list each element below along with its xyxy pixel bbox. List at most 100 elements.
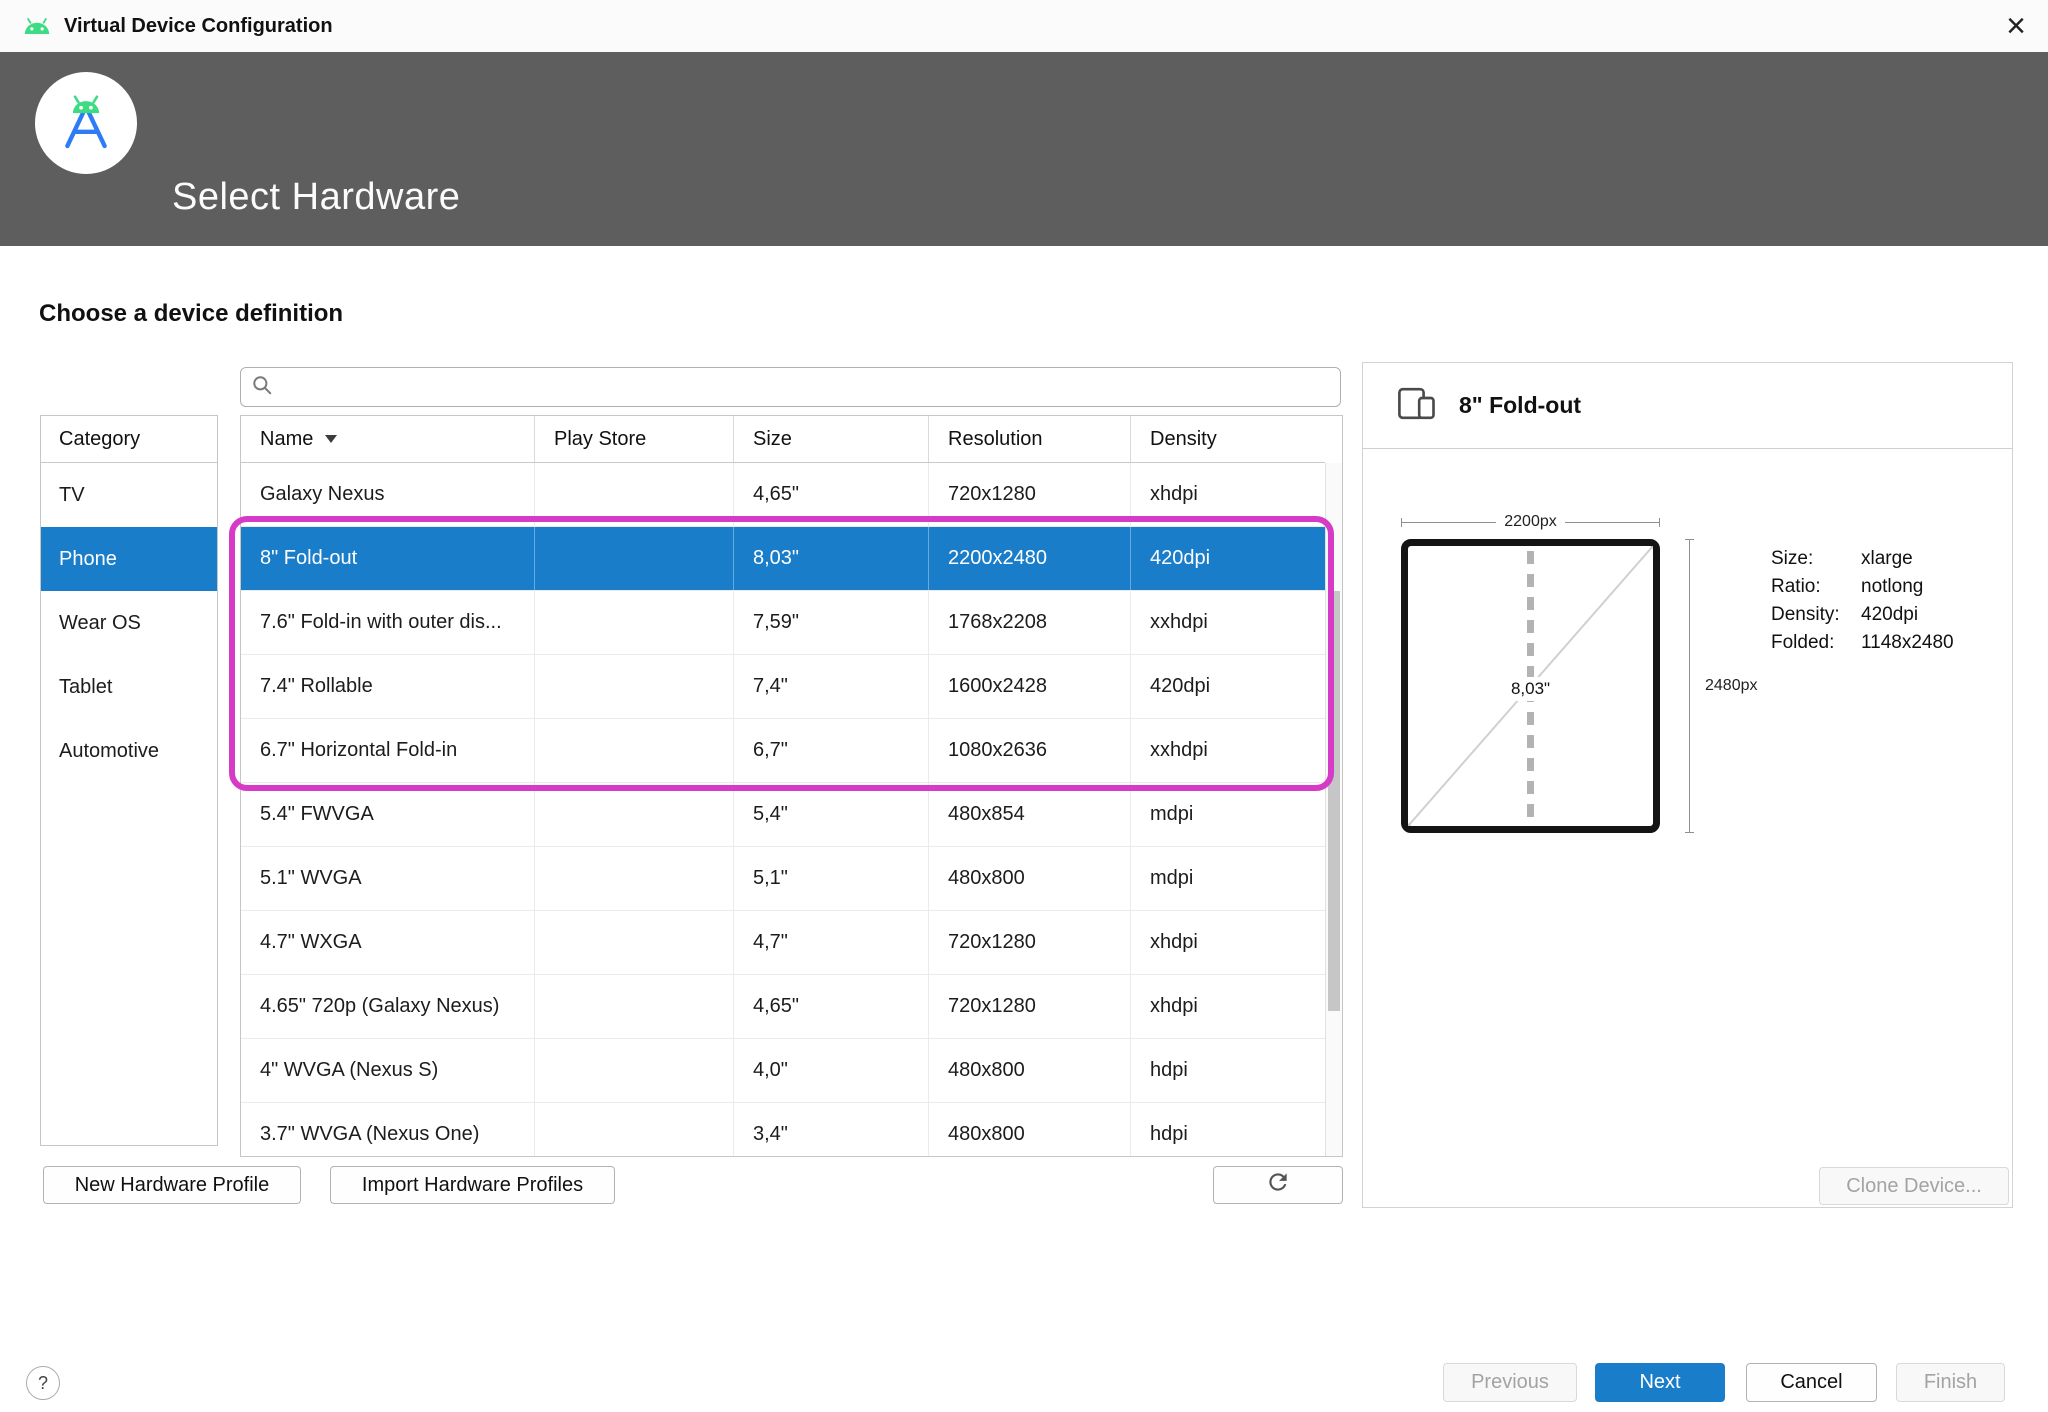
sort-descending-icon [325, 435, 337, 443]
spec-value: 1148x2480 [1861, 629, 1954, 657]
cell-size: 5,4" [734, 783, 929, 846]
table-header: Name Play Store Size Resolution Density [241, 416, 1325, 463]
wizard-title: Select Hardware [172, 176, 460, 219]
category-item[interactable]: Wear OS [41, 591, 217, 655]
cell-playstore [535, 1103, 734, 1157]
cell-size: 4,65" [734, 975, 929, 1038]
column-header-playstore[interactable]: Play Store [535, 416, 734, 462]
finish-button[interactable]: Finish [1896, 1363, 2005, 1402]
cell-playstore [535, 527, 734, 590]
clone-device-button[interactable]: Clone Device... [1819, 1167, 2009, 1205]
spec-value: 420dpi [1861, 601, 1918, 629]
spec-label: Folded: [1771, 629, 1861, 657]
titlebar[interactable]: Virtual Device Configuration × [0, 0, 2048, 52]
new-hardware-profile-button[interactable]: New Hardware Profile [43, 1166, 301, 1204]
cell-playstore [535, 463, 734, 526]
spec-row: Folded: 1148x2480 [1771, 629, 1954, 657]
cell-name: Galaxy Nexus [241, 463, 535, 526]
column-header-name[interactable]: Name [241, 416, 535, 462]
cell-density: mdpi [1131, 847, 1325, 910]
cell-density: xxhdpi [1131, 719, 1325, 782]
column-header-resolution[interactable]: Resolution [929, 416, 1131, 462]
category-item[interactable]: Automotive [41, 719, 217, 783]
previous-button[interactable]: Previous [1443, 1363, 1577, 1402]
table-row[interactable]: 7.6" Fold-in with outer dis... 7,59" 176… [241, 591, 1325, 655]
cell-name: 5.4" FWVGA [241, 783, 535, 846]
cell-playstore [535, 847, 734, 910]
cell-density: 420dpi [1131, 655, 1325, 718]
cell-density: 420dpi [1131, 527, 1325, 590]
table-row[interactable]: 4.65" 720p (Galaxy Nexus) 4,65" 720x1280… [241, 975, 1325, 1039]
table-row[interactable]: 5.4" FWVGA 5,4" 480x854 mdpi [241, 783, 1325, 847]
section-heading: Choose a device definition [39, 300, 343, 328]
table-scrollbar[interactable] [1325, 463, 1342, 1156]
table-row[interactable]: 6.7" Horizontal Fold-in 6,7" 1080x2636 x… [241, 719, 1325, 783]
spec-label: Ratio: [1771, 573, 1861, 601]
cell-name: 7.6" Fold-in with outer dis... [241, 591, 535, 654]
cell-name: 4.65" 720p (Galaxy Nexus) [241, 975, 535, 1038]
cell-size: 4,0" [734, 1039, 929, 1102]
search-box [240, 367, 1341, 407]
help-button[interactable]: ? [26, 1366, 60, 1400]
cell-resolution: 480x800 [929, 847, 1131, 910]
height-dimension-label: 2480px [1701, 677, 1762, 695]
cell-density: xhdpi [1131, 911, 1325, 974]
search-icon [251, 374, 273, 401]
cell-size: 4,7" [734, 911, 929, 974]
table-row[interactable]: 4.7" WXGA 4,7" 720x1280 xhdpi [241, 911, 1325, 975]
table-row[interactable]: 8" Fold-out 8,03" 2200x2480 420dpi [241, 527, 1325, 591]
cell-name: 8" Fold-out [241, 527, 535, 590]
width-dimension-label: 2200px [1504, 513, 1557, 531]
cell-playstore [535, 975, 734, 1038]
cell-resolution: 1600x2428 [929, 655, 1131, 718]
table-row[interactable]: 5.1" WVGA 5,1" 480x800 mdpi [241, 847, 1325, 911]
cell-name: 3.7" WVGA (Nexus One) [241, 1103, 535, 1157]
cell-density: hdpi [1131, 1039, 1325, 1102]
cell-name: 4" WVGA (Nexus S) [241, 1039, 535, 1102]
close-icon[interactable]: × [2006, 9, 2026, 43]
width-dimension: 2200px [1401, 513, 1660, 531]
category-item[interactable]: TV [41, 463, 217, 527]
category-item[interactable]: Phone [41, 527, 217, 591]
next-button[interactable]: Next [1595, 1363, 1725, 1402]
table-row[interactable]: 4" WVGA (Nexus S) 4,0" 480x800 hdpi [241, 1039, 1325, 1103]
category-item[interactable]: Tablet [41, 655, 217, 719]
table-row[interactable]: Galaxy Nexus 4,65" 720x1280 xhdpi [241, 463, 1325, 527]
device-table: Name Play Store Size Resolution Density … [240, 415, 1343, 1157]
cell-resolution: 720x1280 [929, 975, 1131, 1038]
refresh-icon [1265, 1169, 1291, 1201]
scrollbar-thumb[interactable] [1328, 591, 1340, 1011]
spec-row: Size: xlarge [1771, 545, 1954, 573]
search-input[interactable] [281, 368, 1330, 406]
height-dimension [1683, 539, 1697, 833]
device-pair-icon [1397, 387, 1437, 425]
table-row[interactable]: 7.4" Rollable 7,4" 1600x2428 420dpi [241, 655, 1325, 719]
refresh-button[interactable] [1213, 1166, 1343, 1204]
column-header-density[interactable]: Density [1131, 416, 1325, 462]
cell-density: xxhdpi [1131, 591, 1325, 654]
category-list: TV Phone Wear OS Tablet Automotive [41, 463, 217, 783]
cell-density: mdpi [1131, 783, 1325, 846]
cell-playstore [535, 655, 734, 718]
cell-resolution: 720x1280 [929, 911, 1131, 974]
import-hardware-profiles-button[interactable]: Import Hardware Profiles [330, 1166, 615, 1204]
cell-playstore [535, 719, 734, 782]
cell-resolution: 720x1280 [929, 463, 1131, 526]
table-body: Galaxy Nexus 4,65" 720x1280 xhdpi 8" Fol… [241, 463, 1342, 1157]
cell-playstore [535, 911, 734, 974]
table-row[interactable]: 3.7" WVGA (Nexus One) 3,4" 480x800 hdpi [241, 1103, 1325, 1157]
cell-size: 6,7" [734, 719, 929, 782]
cancel-button[interactable]: Cancel [1746, 1363, 1877, 1402]
cell-playstore [535, 591, 734, 654]
column-header-size[interactable]: Size [734, 416, 929, 462]
spec-label: Density: [1771, 601, 1861, 629]
cell-resolution: 480x854 [929, 783, 1131, 846]
cell-size: 3,4" [734, 1103, 929, 1157]
cell-density: xhdpi [1131, 463, 1325, 526]
cell-resolution: 1080x2636 [929, 719, 1131, 782]
device-specs: Size: xlarge Ratio: notlong Density: 420… [1771, 545, 1954, 657]
wizard-header: Select Hardware [0, 52, 2048, 246]
preview-device-name: 8" Fold-out [1459, 392, 1581, 419]
diagonal-size-label: 8,03" [1505, 677, 1556, 701]
cell-name: 5.1" WVGA [241, 847, 535, 910]
